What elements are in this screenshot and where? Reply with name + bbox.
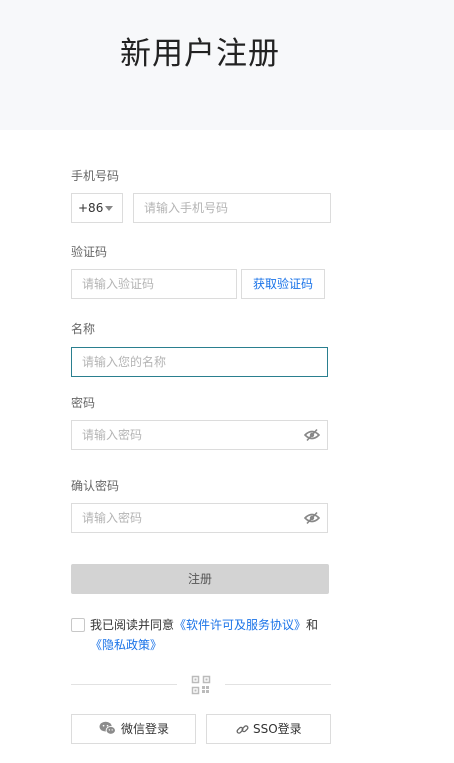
password-input[interactable]: 请输入密码 [71,420,328,450]
agreement-text: 我已阅读并同意《软件许可及服务协议》和《隐私政策》 [90,615,336,655]
wechat-login-button[interactable]: 微信登录 [71,714,196,744]
agreement-prefix: 我已阅读并同意 [90,618,175,632]
name-input[interactable]: 请输入您的名称 [71,347,328,377]
eye-off-icon[interactable] [304,511,320,525]
code-input[interactable]: 请输入验证码 [71,269,237,299]
country-code-value: +86 [78,201,104,215]
page-title: 新用户注册 [120,36,280,72]
confirm-password-placeholder: 请输入密码 [82,511,143,525]
privacy-link[interactable]: 《隐私政策》 [90,638,162,652]
password-label: 密码 [71,396,96,410]
register-button[interactable]: 注册 [71,564,329,594]
name-placeholder: 请输入您的名称 [82,355,167,369]
get-code-button[interactable]: 获取验证码 [241,269,325,299]
license-link[interactable]: 《软件许可及服务协议》 [174,618,306,632]
divider-right [225,684,331,685]
sso-login-button[interactable]: SSO登录 [206,714,331,744]
password-placeholder: 请输入密码 [82,428,143,442]
code-label: 验证码 [71,245,108,259]
phone-label: 手机号码 [71,169,120,183]
phone-placeholder: 请输入手机号码 [144,201,229,215]
wechat-login-label: 微信登录 [121,722,170,736]
confirm-password-label: 确认密码 [71,479,120,493]
name-label: 名称 [71,322,96,336]
qrcode-icon[interactable] [191,675,211,695]
confirm-password-input[interactable]: 请输入密码 [71,503,328,533]
link-icon [236,725,249,734]
eye-off-icon[interactable] [304,428,320,442]
code-placeholder: 请输入验证码 [82,277,155,291]
agreement-and: 和 [306,618,319,632]
agree-checkbox[interactable] [71,618,85,632]
country-code-select[interactable]: +86 [71,193,123,223]
page-header: 新用户注册 [0,0,454,130]
sso-login-label: SSO登录 [253,722,302,736]
chevron-down-icon [105,206,113,211]
wechat-icon [99,721,116,735]
phone-input[interactable]: 请输入手机号码 [133,193,331,223]
divider-left [71,684,177,685]
